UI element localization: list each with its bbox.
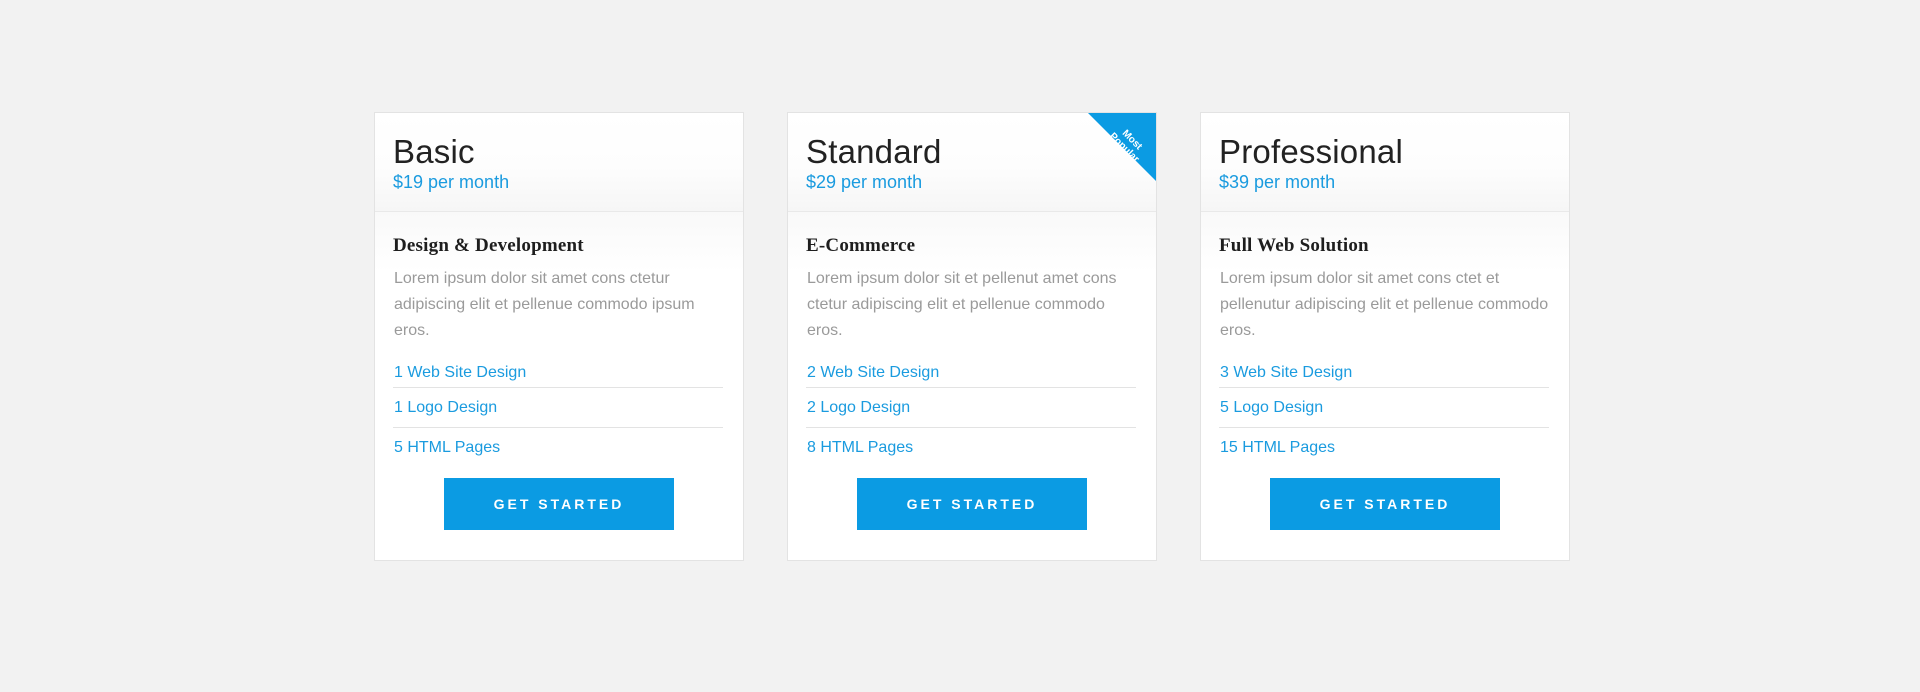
pricing-card-basic: Basic $19 per month Design & Development… — [374, 112, 744, 561]
feature-item: 5 HTML Pages — [394, 439, 501, 456]
feature-item: 1 Logo Design — [393, 388, 723, 428]
card-body: Full Web Solution Lorem ipsum dolor sit … — [1201, 212, 1569, 530]
feature-item: 2 Logo Design — [806, 388, 1136, 428]
get-started-button[interactable]: GET STARTED — [857, 478, 1087, 530]
feature-item: 2 Web Site Design — [806, 359, 1136, 388]
plan-title: Design & Development — [393, 235, 584, 256]
plan-price: $19 per month — [393, 172, 510, 192]
card-body: E-Commerce Lorem ipsum dolor sit et pell… — [788, 212, 1156, 530]
feature-item: 5 Logo Design — [1219, 388, 1549, 428]
most-popular-ribbon: Most Popular — [1088, 113, 1156, 181]
get-started-button[interactable]: GET STARTED — [444, 478, 674, 530]
feature-list: 2 Web Site Design 2 Logo Design 8 HTML P… — [806, 359, 1136, 467]
plan-title: E-Commerce — [806, 235, 916, 256]
plan-price: $39 per month — [1219, 172, 1336, 192]
pricing-cards: Basic $19 per month Design & Development… — [374, 112, 1570, 561]
pricing-card-standard: Most Popular Standard $29 per month E-Co… — [787, 112, 1157, 561]
feature-item: 1 Web Site Design — [393, 359, 723, 388]
plan-description: Lorem ipsum dolor sit amet cons ctet et … — [1220, 270, 1549, 339]
get-started-button[interactable]: GET STARTED — [1270, 478, 1500, 530]
feature-item: 8 HTML Pages — [807, 439, 914, 456]
feature-item: 3 Web Site Design — [1219, 359, 1549, 388]
feature-list: 1 Web Site Design 1 Logo Design 5 HTML P… — [393, 359, 723, 467]
plan-description: Lorem ipsum dolor sit amet cons ctetur a… — [394, 270, 695, 339]
plan-title: Full Web Solution — [1219, 235, 1369, 256]
feature-list: 3 Web Site Design 5 Logo Design 15 HTML … — [1219, 359, 1549, 467]
card-body: Design & Development Lorem ipsum dolor s… — [375, 212, 743, 530]
card-header: Professional $39 per month — [1201, 113, 1569, 212]
card-header: Basic $19 per month — [375, 113, 743, 212]
plan-name: Basic — [393, 133, 475, 170]
plan-name: Professional — [1219, 133, 1403, 170]
pricing-card-professional: Professional $39 per month Full Web Solu… — [1200, 112, 1570, 561]
plan-description: Lorem ipsum dolor sit et pellenut amet c… — [807, 270, 1117, 339]
feature-item: 15 HTML Pages — [1220, 439, 1336, 456]
